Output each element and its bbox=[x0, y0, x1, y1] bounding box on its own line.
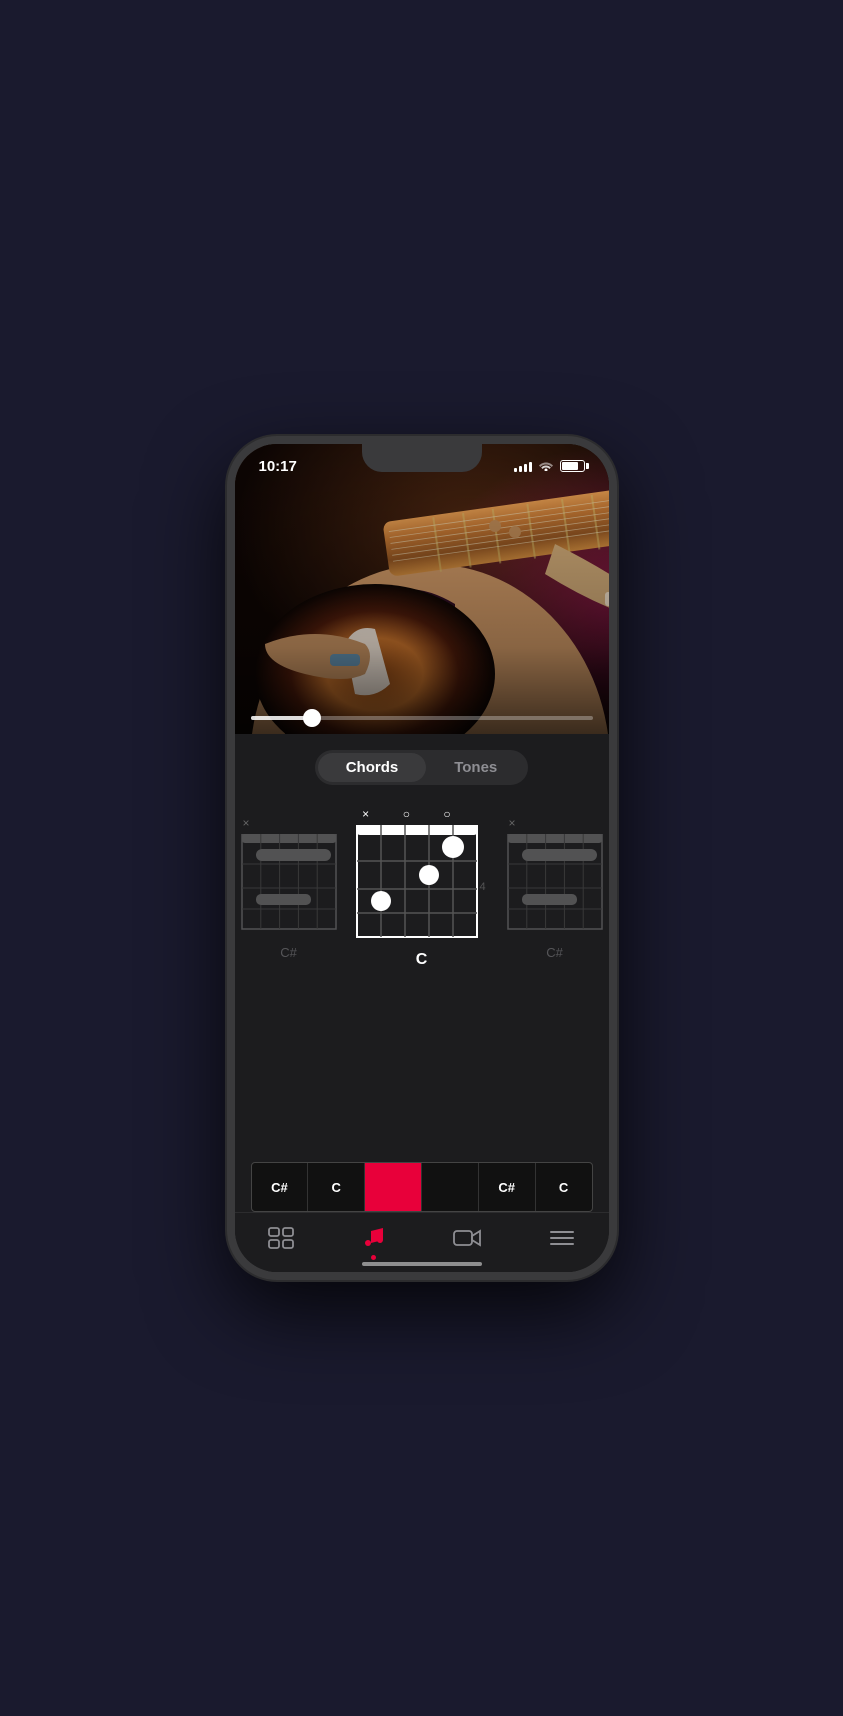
center-chord-label: C bbox=[416, 951, 428, 969]
right-string-symbols: × bbox=[500, 816, 610, 832]
timeline-cell-1[interactable]: C bbox=[308, 1163, 365, 1211]
camera-icon bbox=[453, 1227, 481, 1254]
chord-diagrams-container: × 4 bbox=[235, 797, 609, 977]
phone-frame: 10:17 bbox=[227, 436, 617, 1280]
main-content: Chords Tones × bbox=[235, 734, 609, 1272]
wifi-icon bbox=[538, 459, 554, 474]
home-indicator bbox=[362, 1262, 482, 1266]
timeline-section: C# C C# C bbox=[235, 1162, 609, 1212]
nav-active-dot bbox=[371, 1255, 376, 1260]
left-chord-label: C# bbox=[280, 945, 297, 960]
bottom-nav bbox=[235, 1212, 609, 1272]
tab-group: Chords Tones bbox=[315, 750, 529, 785]
timeline-cell-0[interactable]: C# bbox=[252, 1163, 309, 1211]
nav-item-grid[interactable] bbox=[268, 1227, 294, 1254]
chords-tab[interactable]: Chords bbox=[318, 753, 427, 782]
timeline-cell-4[interactable]: C# bbox=[479, 1163, 536, 1211]
timeline-bar: C# C C# C bbox=[251, 1162, 593, 1212]
menu-icon bbox=[549, 1229, 575, 1252]
chord-card-left[interactable]: × 4 bbox=[234, 816, 344, 960]
center-chord-svg bbox=[352, 825, 482, 940]
chord-card-right[interactable]: × 4 bbox=[500, 816, 610, 960]
progress-thumb[interactable] bbox=[303, 709, 321, 727]
nav-item-menu[interactable] bbox=[549, 1229, 575, 1252]
timeline-cell-2[interactable] bbox=[365, 1163, 422, 1211]
center-string-symbols: × ○ ○ bbox=[352, 807, 482, 823]
tab-switcher: Chords Tones bbox=[235, 734, 609, 797]
right-chord-svg bbox=[500, 834, 610, 934]
left-chord-svg bbox=[234, 834, 344, 934]
chord-card-center[interactable]: × ○ ○ bbox=[352, 807, 492, 969]
right-chord-label: C# bbox=[546, 945, 563, 960]
progress-bar[interactable] bbox=[251, 716, 593, 720]
timeline-cell-5[interactable]: C bbox=[536, 1163, 592, 1211]
signal-bars-icon bbox=[514, 460, 532, 472]
grid-icon bbox=[268, 1227, 294, 1254]
left-string-symbols: × bbox=[234, 816, 344, 832]
battery-icon bbox=[560, 460, 585, 472]
tones-tab[interactable]: Tones bbox=[426, 753, 525, 782]
music-note-icon bbox=[362, 1225, 386, 1256]
timeline-cell-3[interactable] bbox=[422, 1163, 479, 1211]
right-fret-label: 4 bbox=[480, 881, 486, 893]
status-time: 10:17 bbox=[259, 458, 297, 475]
status-bar: 10:17 bbox=[235, 444, 609, 488]
status-icons bbox=[514, 459, 585, 474]
nav-item-music[interactable] bbox=[362, 1225, 386, 1256]
nav-item-camera[interactable] bbox=[453, 1227, 481, 1254]
